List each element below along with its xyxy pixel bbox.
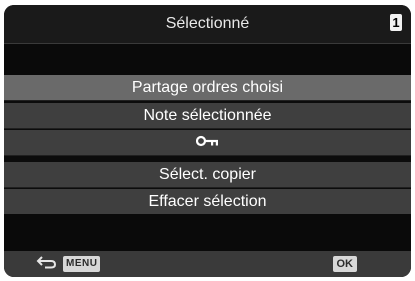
menu-item-clear-selection[interactable]: Effacer sélection bbox=[4, 189, 411, 214]
menu-item-copy-select[interactable]: Sélect. copier bbox=[4, 162, 411, 187]
menu-item-label: Sélect. copier bbox=[159, 166, 256, 183]
bottom-bar: MENU OK bbox=[4, 251, 411, 277]
key-protect-icon bbox=[195, 130, 220, 155]
divider bbox=[4, 100, 411, 101]
menu-item-label: Partage ordres choisi bbox=[131, 79, 284, 96]
menu-item-protect[interactable] bbox=[4, 130, 411, 155]
divider bbox=[4, 187, 411, 188]
empty-band-bottom bbox=[4, 214, 411, 251]
ok-button[interactable]: OK bbox=[332, 256, 357, 272]
divider bbox=[4, 155, 411, 156]
menu-item-rating[interactable]: Note sélectionnée bbox=[4, 103, 411, 128]
title-bar: Sélectionné 1 bbox=[4, 5, 411, 44]
menu-item-label: Note sélectionnée bbox=[143, 107, 272, 124]
page-number-badge: 1 bbox=[390, 14, 402, 31]
page-title: Sélectionné bbox=[165, 15, 250, 32]
empty-band-top bbox=[4, 44, 411, 75]
menu-item-label: Effacer sélection bbox=[148, 193, 267, 210]
back-button[interactable]: MENU bbox=[36, 255, 101, 274]
menu-item-share-order[interactable]: Partage ordres choisi bbox=[4, 75, 411, 100]
return-arrow-icon bbox=[36, 255, 58, 274]
menu-button-label: MENU bbox=[63, 256, 101, 272]
camera-menu-screen: Sélectionné 1 Partage ordres choisi Note… bbox=[4, 5, 411, 277]
divider bbox=[4, 128, 411, 129]
